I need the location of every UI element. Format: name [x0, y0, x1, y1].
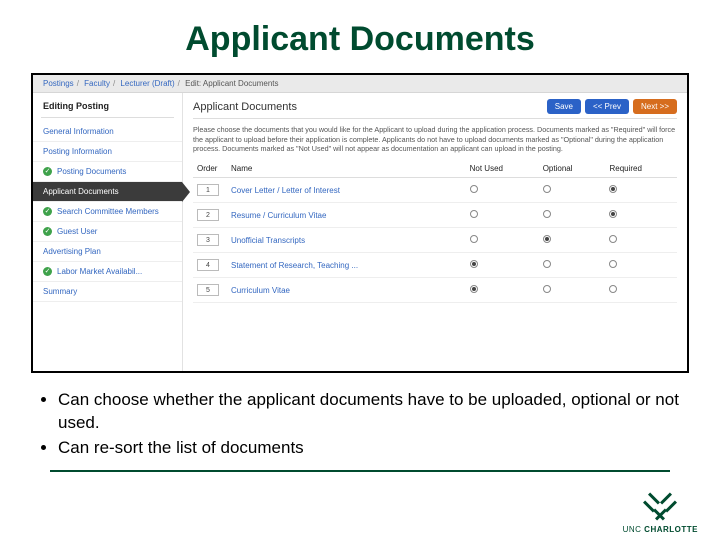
sidebar-title: Editing Posting: [33, 93, 182, 117]
sidebar: Editing Posting General Information Post…: [33, 93, 183, 371]
sidebar-item-general-information[interactable]: General Information: [33, 122, 182, 142]
radio-optional[interactable]: [543, 185, 551, 193]
sidebar-item-labor-market[interactable]: Labor Market Availabil...: [33, 262, 182, 282]
sidebar-item-applicant-documents[interactable]: Applicant Documents: [33, 182, 182, 202]
col-notused: Not Used: [466, 160, 539, 178]
doc-name[interactable]: Statement of Research, Teaching ...: [227, 253, 466, 278]
breadcrumb: Postings/ Faculty/ Lecturer (Draft)/ Edi…: [33, 75, 687, 93]
doc-name[interactable]: Unofficial Transcripts: [227, 228, 466, 253]
order-input[interactable]: 4: [197, 259, 219, 271]
order-input[interactable]: 1: [197, 184, 219, 196]
col-order: Order: [193, 160, 227, 178]
radio-notused[interactable]: [470, 235, 478, 243]
crown-icon: [638, 493, 682, 523]
check-icon: [43, 167, 52, 176]
radio-required[interactable]: [609, 185, 617, 193]
panel-instructions: Please choose the documents that you wou…: [193, 125, 677, 154]
doc-name[interactable]: Curriculum Vitae: [227, 278, 466, 303]
radio-notused[interactable]: [470, 285, 478, 293]
crumb-faculty[interactable]: Faculty: [84, 79, 110, 88]
check-icon: [43, 227, 52, 236]
col-name: Name: [227, 160, 466, 178]
slide-bullets: Can choose whether the applicant documen…: [30, 389, 690, 460]
radio-optional[interactable]: [543, 210, 551, 218]
table-row: 4 Statement of Research, Teaching ...: [193, 253, 677, 278]
crumb-postings[interactable]: Postings: [43, 79, 74, 88]
sidebar-item-posting-information[interactable]: Posting Information: [33, 142, 182, 162]
main-panel: Applicant Documents Save << Prev Next >>…: [183, 93, 687, 371]
footer-divider: [50, 470, 670, 473]
bullet-1: Can choose whether the applicant documen…: [58, 389, 680, 435]
app-screenshot: Postings/ Faculty/ Lecturer (Draft)/ Edi…: [31, 73, 689, 373]
radio-required[interactable]: [609, 235, 617, 243]
doc-name[interactable]: Cover Letter / Letter of Interest: [227, 178, 466, 203]
radio-notused[interactable]: [470, 185, 478, 193]
sidebar-item-guest-user[interactable]: Guest User: [33, 222, 182, 242]
sidebar-item-summary[interactable]: Summary: [33, 282, 182, 302]
radio-optional[interactable]: [543, 285, 551, 293]
radio-required[interactable]: [609, 210, 617, 218]
crumb-current: Edit: Applicant Documents: [185, 79, 278, 88]
sidebar-item-advertising-plan[interactable]: Advertising Plan: [33, 242, 182, 262]
sidebar-item-posting-documents[interactable]: Posting Documents: [33, 162, 182, 182]
check-icon: [43, 207, 52, 216]
radio-required[interactable]: [609, 285, 617, 293]
documents-table: Order Name Not Used Optional Required 1C…: [193, 160, 677, 303]
radio-optional[interactable]: [543, 235, 551, 243]
save-button[interactable]: Save: [547, 99, 581, 114]
radio-optional[interactable]: [543, 260, 551, 268]
prev-button[interactable]: << Prev: [585, 99, 629, 114]
order-input[interactable]: 5: [197, 284, 219, 296]
unc-charlotte-logo: UNC CHARLOTTE: [623, 493, 698, 534]
radio-required[interactable]: [609, 260, 617, 268]
table-row: 3 Unofficial Transcripts: [193, 228, 677, 253]
slide-title: Applicant Documents: [30, 20, 690, 59]
doc-name[interactable]: Resume / Curriculum Vitae: [227, 203, 466, 228]
panel-title: Applicant Documents: [193, 101, 543, 113]
table-row: 1 Cover Letter / Letter of Interest: [193, 178, 677, 203]
check-icon: [43, 267, 52, 276]
col-required: Required: [605, 160, 677, 178]
radio-notused[interactable]: [470, 260, 478, 268]
crumb-lecturer[interactable]: Lecturer (Draft): [120, 79, 174, 88]
bullet-2: Can re-sort the list of documents: [58, 437, 680, 460]
order-input[interactable]: 3: [197, 234, 219, 246]
col-optional: Optional: [539, 160, 606, 178]
next-button[interactable]: Next >>: [633, 99, 677, 114]
order-input[interactable]: 2: [197, 209, 219, 221]
table-row: 2 Resume / Curriculum Vitae: [193, 203, 677, 228]
sidebar-item-search-committee[interactable]: Search Committee Members: [33, 202, 182, 222]
radio-notused[interactable]: [470, 210, 478, 218]
table-row: 5 Curriculum Vitae: [193, 278, 677, 303]
